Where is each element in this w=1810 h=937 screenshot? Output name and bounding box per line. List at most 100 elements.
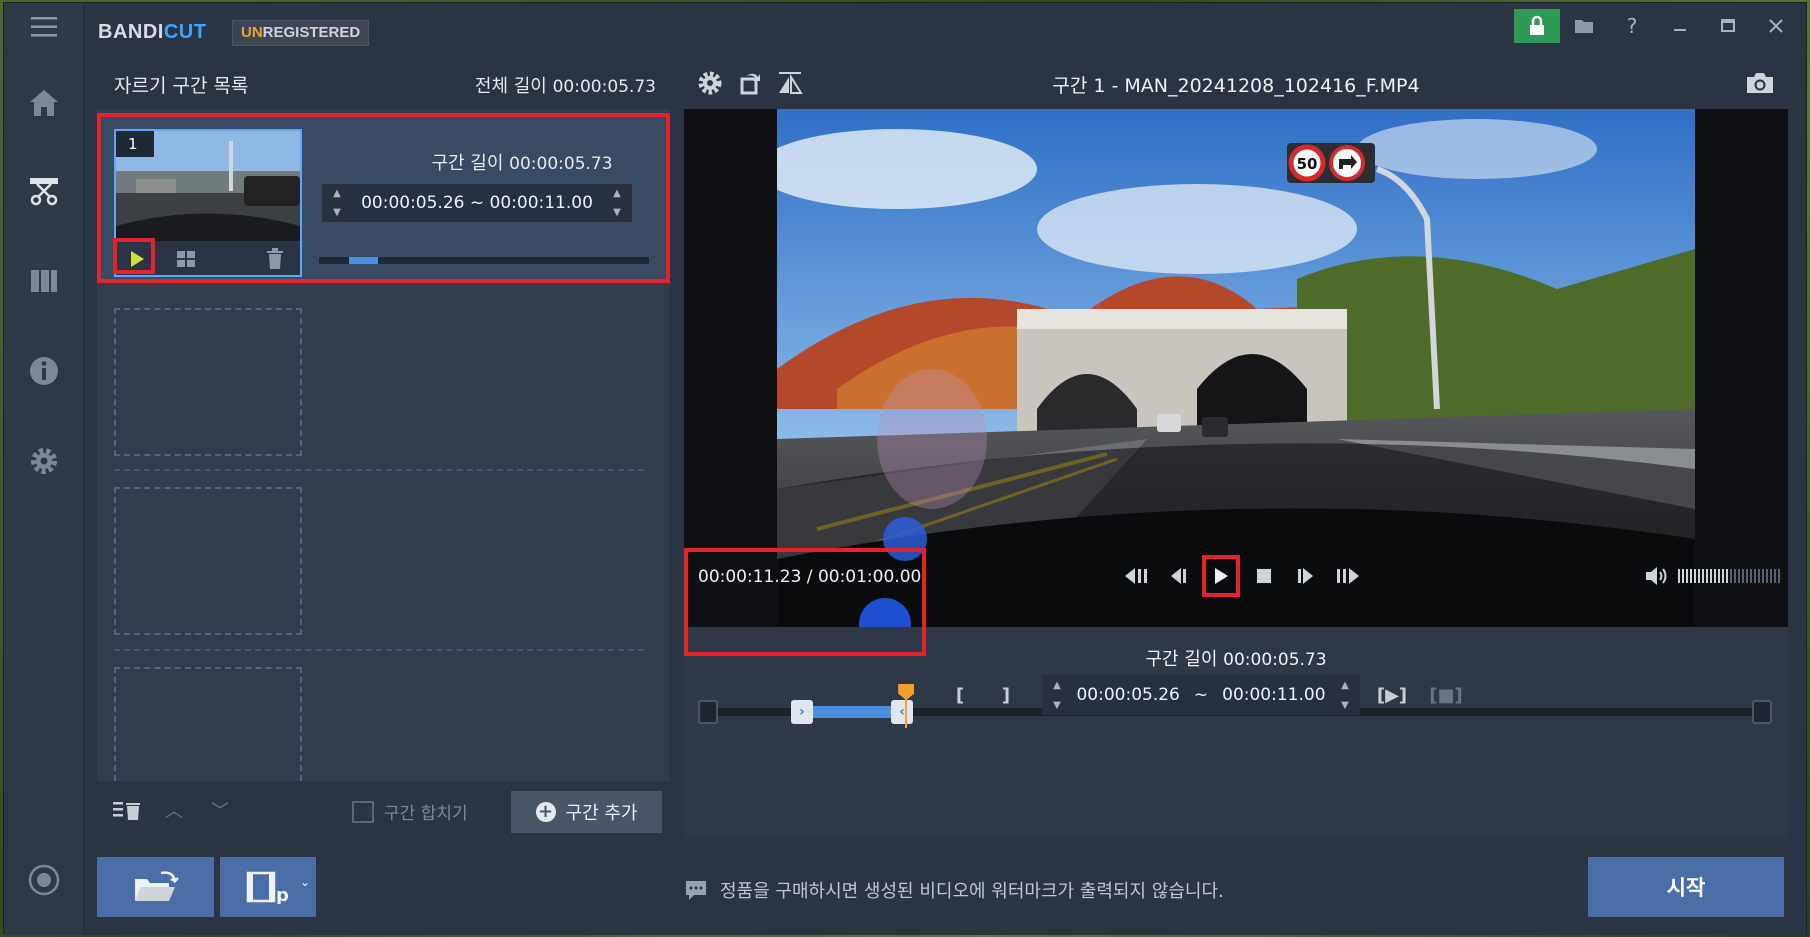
volume-bar[interactable] <box>1722 569 1724 583</box>
range-field[interactable]: ▲ ▼ 00:00:05.26 ~00:00:11.00 ▲ ▼ <box>1042 675 1360 715</box>
help-icon[interactable]: ? <box>1608 9 1656 43</box>
volume-bar[interactable] <box>1778 569 1780 583</box>
volume-bar[interactable] <box>1702 569 1704 583</box>
preview-selection-icon[interactable]: [■] <box>1424 676 1468 714</box>
down-icon[interactable]: ▼ <box>602 203 632 222</box>
start-stepper[interactable]: ▲ ▼ <box>1042 675 1072 715</box>
volume-bar[interactable] <box>1678 569 1680 583</box>
timeline-start-handle[interactable] <box>698 700 718 724</box>
prev-frame-icon[interactable] <box>1160 558 1196 594</box>
bandicut-window: BANDICUT UNREGISTERED ? 자르기 구간 목록 전체 길이 … <box>3 2 1807 935</box>
watermark-notice: 정품을 구매하시면 생성된 비디오에 워터마크가 출력되지 않습니다. <box>684 877 1224 903</box>
encoding-button[interactable]: p ⌄ <box>220 857 316 917</box>
end-stepper[interactable]: ▲ ▼ <box>1330 675 1360 715</box>
start-stepper[interactable]: ▲ ▼ <box>322 184 352 222</box>
merge-icon[interactable] <box>24 261 64 301</box>
preview-panel: 구간 1 - MAN_20241208_102416_F.MP4 50 00:0… <box>684 57 1788 837</box>
bottom-bar: p ⌄ 정품을 구매하시면 생성된 비디오에 워터마크가 출력되지 않습니다. … <box>84 843 1806 935</box>
set-end-icon[interactable]: ] <box>988 676 1024 714</box>
timeline-selection[interactable] <box>801 706 903 718</box>
volume-bar[interactable] <box>1742 569 1744 583</box>
down-icon[interactable]: ▼ <box>1330 695 1360 715</box>
preview-header: 구간 1 - MAN_20241208_102416_F.MP4 <box>684 57 1788 109</box>
volume-control[interactable] <box>1644 565 1780 587</box>
play-selection-icon[interactable]: [▶] <box>1370 676 1414 714</box>
end-stepper[interactable]: ▲ ▼ <box>602 184 632 222</box>
volume-bar[interactable] <box>1694 569 1696 583</box>
volume-bar[interactable] <box>1726 569 1728 583</box>
home-icon[interactable] <box>24 83 64 123</box>
up-icon[interactable]: ▲ <box>1042 675 1072 695</box>
volume-bar[interactable] <box>1698 569 1700 583</box>
next-frame-icon[interactable] <box>1288 558 1324 594</box>
grid-icon[interactable] <box>174 247 198 271</box>
set-start-icon[interactable]: [ <box>942 676 978 714</box>
maximize-icon[interactable] <box>1704 9 1752 43</box>
close-icon[interactable] <box>1752 9 1800 43</box>
up-icon[interactable]: ▲ <box>1330 675 1360 695</box>
skip-start-icon[interactable] <box>1118 558 1154 594</box>
unregistered-badge: UNREGISTERED <box>232 20 370 46</box>
camera-icon[interactable] <box>1744 67 1776 99</box>
merge-checkbox[interactable] <box>352 800 374 823</box>
volume-bar[interactable] <box>1690 569 1692 583</box>
volume-bar[interactable] <box>1750 569 1752 583</box>
volume-bar[interactable] <box>1770 569 1772 583</box>
cut-icon[interactable] <box>24 171 64 211</box>
volume-bar[interactable] <box>1682 569 1684 583</box>
trash-icon[interactable] <box>264 247 286 271</box>
segment-range-value[interactable]: 00:00:05.26 ~ 00:00:11.00 <box>352 184 602 222</box>
volume-bar[interactable] <box>1718 569 1720 583</box>
skip-end-icon[interactable] <box>1330 558 1366 594</box>
move-down-icon[interactable]: ﹀ <box>205 797 235 823</box>
start-button[interactable]: 시작 <box>1588 857 1784 917</box>
chevron-down-icon[interactable]: ⌄ <box>300 875 310 889</box>
volume-bar[interactable] <box>1754 569 1756 583</box>
volume-bar[interactable] <box>1762 569 1764 583</box>
merge-segments-option[interactable]: 구간 합치기 <box>352 799 468 824</box>
volume-bar[interactable] <box>1766 569 1768 583</box>
selection-end-handle[interactable]: ‹ <box>891 700 914 724</box>
minimize-icon[interactable] <box>1656 9 1704 43</box>
app-logo: BANDICUT <box>98 21 207 43</box>
segment-range-field[interactable]: ▲ ▼ 00:00:05.26 ~ 00:00:11.00 ▲ ▼ <box>322 184 632 222</box>
up-icon[interactable]: ▲ <box>602 184 632 203</box>
svg-text:p: p <box>276 885 289 904</box>
clear-list-icon[interactable] <box>113 797 143 823</box>
volume-bar[interactable] <box>1746 569 1748 583</box>
volume-bar[interactable] <box>1734 569 1736 583</box>
record-icon[interactable] <box>24 860 64 900</box>
empty-segment-slot <box>114 667 302 781</box>
move-up-icon[interactable]: ︿ <box>159 797 189 823</box>
open-file-button[interactable] <box>97 857 214 917</box>
volume-bar[interactable] <box>1738 569 1740 583</box>
range-value[interactable]: 00:00:05.26 ~00:00:11.00 <box>1072 675 1330 715</box>
volume-bar[interactable] <box>1774 569 1776 583</box>
volume-bar[interactable] <box>1730 569 1732 583</box>
volume-icon[interactable] <box>1644 565 1670 587</box>
segment-list-panel: 자르기 구간 목록 전체 길이 00:00:05.73 1 구간 길이 00:0… <box>97 57 670 781</box>
info-icon[interactable] <box>24 351 64 391</box>
up-icon[interactable]: ▲ <box>322 184 352 203</box>
timeline-end-handle[interactable] <box>1752 700 1772 724</box>
volume-bar[interactable] <box>1714 569 1716 583</box>
selection-start-handle[interactable]: › <box>790 700 813 724</box>
settings-icon[interactable] <box>24 441 64 481</box>
merge-label: 구간 합치기 <box>384 804 468 824</box>
volume-bar[interactable] <box>1758 569 1760 583</box>
play-icon[interactable] <box>1202 555 1240 597</box>
time-readout: 00:00:11.23 / 00:01:00.00 <box>698 567 922 587</box>
volume-bar[interactable] <box>1686 569 1688 583</box>
volume-bar[interactable] <box>1710 569 1712 583</box>
stop-icon[interactable] <box>1246 558 1282 594</box>
down-icon[interactable]: ▼ <box>322 203 352 222</box>
volume-bars[interactable] <box>1678 569 1780 583</box>
down-icon[interactable]: ▼ <box>1042 695 1072 715</box>
volume-bar[interactable] <box>1706 569 1708 583</box>
folder-icon[interactable] <box>1560 9 1608 43</box>
playhead-marker[interactable] <box>898 684 915 700</box>
lock-icon[interactable] <box>1514 9 1560 43</box>
add-segment-button[interactable]: + 구간 추가 <box>511 791 662 833</box>
menu-icon[interactable] <box>24 7 64 47</box>
speed-sign-text: 50 <box>1297 155 1318 173</box>
